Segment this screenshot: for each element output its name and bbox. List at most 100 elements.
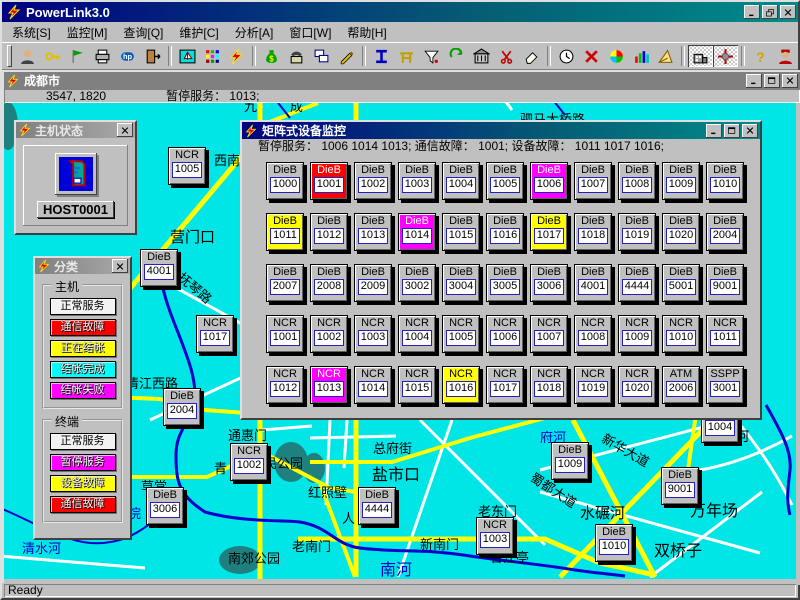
device-DieB-1013[interactable]: DieB1013 [354, 213, 392, 251]
toolbar-map-view-icon[interactable] [175, 45, 200, 67]
device-DieB-2004[interactable]: DieB2004 [163, 388, 201, 426]
minimize-button[interactable] [744, 5, 760, 19]
toolbar-clock-icon[interactable] [554, 45, 579, 67]
toolbar-palette-icon[interactable] [200, 45, 225, 67]
device-NCR-1013[interactable]: NCR1013 [310, 366, 348, 404]
toolbar-refresh-icon[interactable] [444, 45, 469, 67]
device-DieB-1014[interactable]: DieB1014 [398, 213, 436, 251]
device-NCR-1002[interactable]: NCR1002 [310, 315, 348, 353]
device-DieB-5001[interactable]: DieB5001 [662, 264, 700, 302]
menu-item-help[interactable]: 帮助[H] [339, 22, 394, 43]
toolbar-scissors-icon[interactable] [494, 45, 519, 67]
map-close-button[interactable] [782, 74, 798, 88]
device-NCR-1004[interactable]: NCR1004 [398, 315, 436, 353]
toolbar-lightning-icon[interactable] [224, 45, 249, 67]
device-DieB-1019[interactable]: DieB1019 [618, 213, 656, 251]
device-NCR-1007[interactable]: NCR1007 [530, 315, 568, 353]
device-DieB-1003[interactable]: DieB1003 [398, 162, 436, 200]
device-DieB-2007[interactable]: DieB2007 [266, 264, 304, 302]
device-DieB-4444[interactable]: DieB4444 [358, 487, 396, 525]
map-minimize-button[interactable] [746, 74, 762, 88]
device-DieB-1011[interactable]: DieB1011 [266, 213, 304, 251]
legend-close-button[interactable] [112, 259, 128, 273]
device-NCR-1020[interactable]: NCR1020 [618, 366, 656, 404]
device-DieB-1005[interactable]: DieB1005 [486, 162, 524, 200]
toolbar-pie-chart-icon[interactable] [604, 45, 629, 67]
device-NCR-1001[interactable]: NCR1001 [266, 315, 304, 353]
toolbar-press-icon[interactable] [369, 45, 394, 67]
device-DieB-3002[interactable]: DieB3002 [398, 264, 436, 302]
menu-item-window[interactable]: 窗口[W] [281, 22, 339, 43]
toolbar-delete-icon[interactable] [579, 45, 604, 67]
toolbar-phone-icon[interactable] [284, 45, 309, 67]
device-DieB-9001[interactable]: DieB9001 [706, 264, 744, 302]
toolbar-agent-icon[interactable] [773, 45, 798, 67]
matrix-maximize-button[interactable] [724, 124, 740, 138]
toolbar-help-icon[interactable]: ? [748, 45, 773, 67]
city-map[interactable]: 主机状态 HOST0001 [4, 103, 796, 579]
device-DieB-2009[interactable]: DieB2009 [354, 264, 392, 302]
device-NCR-1015[interactable]: NCR1015 [398, 366, 436, 404]
device-DieB-9001[interactable]: DieB9001 [661, 467, 699, 505]
device-NCR-1019[interactable]: NCR1019 [574, 366, 612, 404]
restore-button[interactable] [762, 5, 778, 19]
device-DieB-1010[interactable]: DieB1010 [706, 162, 744, 200]
device-DieB-1012[interactable]: DieB1012 [310, 213, 348, 251]
device-DieB-1006[interactable]: DieB1006 [530, 162, 568, 200]
device-DieB-1008[interactable]: DieB1008 [618, 162, 656, 200]
device-NCR-1014[interactable]: NCR1014 [354, 366, 392, 404]
device-DieB-3004[interactable]: DieB3004 [442, 264, 480, 302]
toolbar-bar-chart-icon[interactable] [629, 45, 654, 67]
device-DieB-1018[interactable]: DieB1018 [574, 213, 612, 251]
menu-item-monitor[interactable]: 监控[M] [59, 22, 116, 43]
device-DieB-1009[interactable]: DieB1009 [662, 162, 700, 200]
map-maximize-button[interactable] [764, 74, 780, 88]
device-NCR-1009[interactable]: NCR1009 [618, 315, 656, 353]
device-DieB-1015[interactable]: DieB1015 [442, 213, 480, 251]
legend-window-titlebar[interactable]: 分类 [35, 258, 130, 274]
toolbar-pen-icon[interactable] [334, 45, 359, 67]
toolbar-cascade-windows-icon[interactable] [309, 45, 334, 67]
device-DieB-3006[interactable]: DieB3006 [146, 487, 184, 525]
matrix-minimize-button[interactable] [706, 124, 722, 138]
menu-item-analyze[interactable]: 分析[A] [227, 22, 282, 43]
toolbar-key-icon[interactable] [40, 45, 65, 67]
device-DieB-1007[interactable]: DieB1007 [574, 162, 612, 200]
device-DieB-1009[interactable]: DieB1009 [551, 442, 589, 480]
device-DieB-4001[interactable]: DieB4001 [140, 249, 178, 287]
toolbar-money-bag-icon[interactable]: $ [259, 45, 284, 67]
host-close-button[interactable] [117, 123, 133, 137]
device-NCR-1005[interactable]: NCR1005 [168, 147, 206, 185]
device-DieB-1017[interactable]: DieB1017 [530, 213, 568, 251]
device-DieB-1020[interactable]: DieB1020 [662, 213, 700, 251]
matrix-window-titlebar[interactable]: 矩阵式设备监控 [242, 122, 760, 139]
host-computer-button[interactable] [55, 153, 97, 195]
device-NCR-1005[interactable]: NCR1005 [442, 315, 480, 353]
device-DieB-2004[interactable]: DieB2004 [706, 213, 744, 251]
device-DieB-3006[interactable]: DieB3006 [530, 264, 568, 302]
menu-item-system[interactable]: 系统[S] [4, 22, 59, 43]
toolbar-sail-icon[interactable] [653, 45, 678, 67]
device-DieB-2008[interactable]: DieB2008 [310, 264, 348, 302]
device-NCR-1006[interactable]: NCR1006 [486, 315, 524, 353]
toolbar-exit-door-icon[interactable] [140, 45, 165, 67]
device-SSPP-3001[interactable]: SSPP3001 [706, 366, 744, 404]
device-NCR-1017[interactable]: NCR1017 [486, 366, 524, 404]
device-NCR-1002[interactable]: NCR1002 [230, 443, 268, 481]
device-DieB-4001[interactable]: DieB4001 [574, 264, 612, 302]
device-NCR-1016[interactable]: NCR1016 [442, 366, 480, 404]
device-NCR-1008[interactable]: NCR1008 [574, 315, 612, 353]
device-NCR-1012[interactable]: NCR1012 [266, 366, 304, 404]
toolbar-matrix-monitor-icon[interactable] [713, 45, 738, 67]
device-ATM-2006[interactable]: ATM2006 [662, 366, 700, 404]
matrix-close-button[interactable] [742, 124, 758, 138]
toolbar-printer-icon[interactable] [90, 45, 115, 67]
host-name-button[interactable]: HOST0001 [37, 201, 114, 218]
toolbar-user-icon[interactable] [15, 45, 40, 67]
host-window-titlebar[interactable]: 主机状态 [16, 122, 135, 138]
device-NCR-1003[interactable]: NCR1003 [354, 315, 392, 353]
menu-item-query[interactable]: 查询[Q] [115, 22, 171, 43]
menu-item-maintain[interactable]: 维护[C] [171, 22, 226, 43]
toolbar-building-icon[interactable] [688, 45, 713, 67]
device-DieB-1000[interactable]: DieB1000 [266, 162, 304, 200]
